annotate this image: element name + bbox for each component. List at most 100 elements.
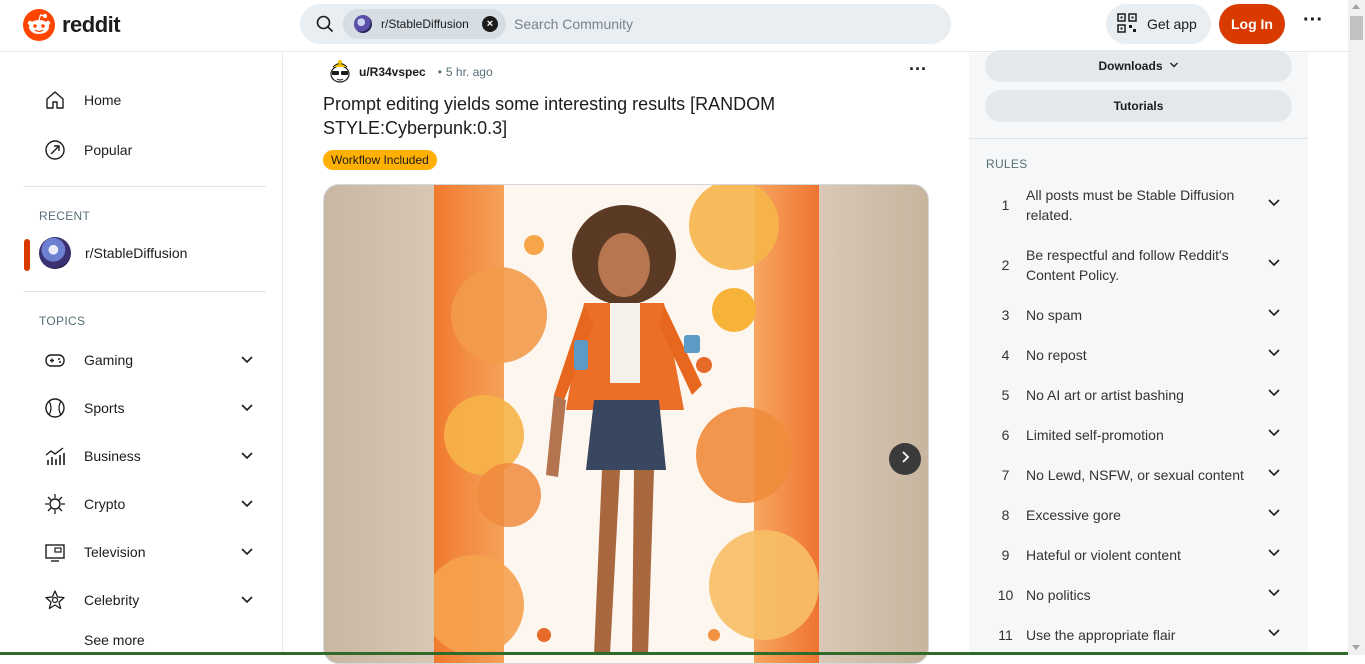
logo-text: reddit bbox=[62, 12, 121, 37]
get-app-button[interactable]: Get app bbox=[1106, 4, 1211, 44]
chevron-down-icon[interactable] bbox=[240, 449, 254, 466]
chevron-down-icon[interactable] bbox=[240, 401, 254, 418]
rule-text: No politics bbox=[1026, 587, 1091, 603]
tv-icon bbox=[44, 541, 66, 563]
more-options-icon[interactable]: ··· bbox=[1300, 10, 1326, 36]
rule-text: Be respectful and follow Reddit's Conten… bbox=[1026, 247, 1229, 283]
rule-number: 11 bbox=[998, 627, 1013, 643]
topics-section-label: TOPICS bbox=[39, 314, 86, 328]
chevron-down-icon bbox=[1267, 306, 1281, 325]
rule-item[interactable]: 9 Hateful or violent content bbox=[985, 545, 1292, 565]
recent-item-label: r/StableDiffusion bbox=[85, 245, 188, 261]
post-username[interactable]: u/R34vspec bbox=[359, 65, 426, 79]
rule-item[interactable]: 11 Use the appropriate flair bbox=[985, 625, 1292, 645]
post-title[interactable]: Prompt editing yields some interesting r… bbox=[323, 92, 843, 140]
rule-number: 2 bbox=[1001, 257, 1010, 273]
chevron-down-icon[interactable] bbox=[240, 497, 254, 514]
rule-text: No AI art or artist bashing bbox=[1026, 387, 1184, 403]
home-icon bbox=[44, 89, 66, 111]
scroll-up-arrow-icon[interactable] bbox=[1352, 4, 1360, 9]
get-app-label: Get app bbox=[1147, 16, 1197, 32]
sidebar-item-label: Home bbox=[84, 92, 122, 108]
community-avatar bbox=[39, 237, 71, 269]
sidebar-item-label: Celebrity bbox=[84, 592, 140, 608]
downloads-button[interactable]: Downloads bbox=[985, 50, 1292, 82]
post-timestamp: 5 hr. ago bbox=[445, 65, 493, 79]
post-flair[interactable]: Workflow Included bbox=[323, 150, 437, 170]
scroll-thumb[interactable] bbox=[1350, 16, 1363, 40]
post-media-carousel[interactable] bbox=[323, 184, 929, 664]
right-sidebar: Downloads Tutorials RULES 1 All posts mu… bbox=[969, 50, 1308, 655]
sidebar-item-television[interactable]: Television bbox=[24, 532, 266, 572]
chevron-down-icon bbox=[1267, 196, 1281, 215]
rule-item[interactable]: 7 No Lewd, NSFW, or sexual content bbox=[985, 465, 1292, 485]
login-button[interactable]: Log In bbox=[1219, 4, 1285, 44]
rule-item[interactable]: 8 Excessive gore bbox=[985, 505, 1292, 525]
tutorials-button[interactable]: Tutorials bbox=[985, 90, 1292, 122]
rule-item[interactable]: 10 No politics bbox=[985, 585, 1292, 605]
carousel-next-button[interactable] bbox=[889, 443, 921, 475]
chevron-down-icon[interactable] bbox=[240, 353, 254, 370]
scroll-down-arrow-icon[interactable] bbox=[1352, 645, 1360, 650]
rule-text: Limited self-promotion bbox=[1026, 427, 1164, 443]
rules-section-label: RULES bbox=[986, 157, 1028, 171]
chevron-down-icon bbox=[1267, 466, 1281, 485]
meta-separator: • bbox=[437, 65, 442, 79]
sidebar-item-label: Gaming bbox=[84, 352, 134, 368]
sidebar-item-label: Popular bbox=[84, 142, 133, 158]
rule-number: 9 bbox=[1001, 547, 1010, 563]
sidebar-item-celebrity[interactable]: Celebrity bbox=[24, 580, 266, 620]
search-bar[interactable]: r/StableDiffusion × Search Community bbox=[300, 4, 951, 44]
sidebar-item-gaming[interactable]: Gaming bbox=[24, 340, 266, 380]
rule-text: Excessive gore bbox=[1026, 507, 1121, 523]
close-icon[interactable]: × bbox=[482, 16, 498, 32]
chevron-down-icon[interactable] bbox=[240, 593, 254, 610]
rule-number: 5 bbox=[1001, 387, 1010, 403]
rule-item[interactable]: 4 No repost bbox=[985, 345, 1292, 365]
rule-item[interactable]: 1 All posts must be Stable Diffusion rel… bbox=[985, 185, 1292, 225]
post-more-options-icon[interactable]: ··· bbox=[909, 60, 927, 78]
sidebar-item-label: Crypto bbox=[84, 496, 126, 512]
gamepad-icon bbox=[44, 349, 66, 371]
reddit-logo[interactable]: reddit bbox=[23, 9, 121, 41]
star-icon bbox=[44, 589, 66, 611]
chevron-down-icon bbox=[1267, 256, 1281, 275]
chevron-right-icon bbox=[898, 450, 912, 469]
rule-text: All posts must be Stable Diffusion relat… bbox=[1026, 187, 1235, 223]
user-avatar[interactable] bbox=[327, 58, 353, 86]
rule-number: 7 bbox=[1001, 467, 1010, 483]
rule-item[interactable]: 5 No AI art or artist bashing bbox=[985, 385, 1292, 405]
community-search-chip[interactable]: r/StableDiffusion × bbox=[343, 9, 506, 39]
post-image[interactable] bbox=[434, 185, 819, 664]
crypto-icon bbox=[44, 493, 66, 515]
tutorials-label: Tutorials bbox=[1113, 99, 1164, 113]
rule-item[interactable]: 3 No spam bbox=[985, 305, 1292, 325]
chevron-down-icon[interactable] bbox=[240, 545, 254, 562]
chevron-down-icon bbox=[1267, 586, 1281, 605]
see-more-link[interactable]: See more bbox=[84, 632, 145, 648]
page-scrollbar[interactable] bbox=[1348, 0, 1365, 655]
chevron-down-icon bbox=[1267, 546, 1281, 565]
sidebar-item-home[interactable]: Home bbox=[24, 80, 266, 120]
rule-text: Hateful or violent content bbox=[1026, 547, 1181, 563]
search-input[interactable]: Search Community bbox=[514, 16, 633, 32]
sidebar-item-business[interactable]: Business bbox=[24, 436, 266, 476]
chevron-down-icon bbox=[1267, 506, 1281, 525]
recent-item-stablediffusion[interactable]: r/StableDiffusion bbox=[24, 235, 266, 271]
reddit-snoo-icon bbox=[23, 9, 55, 41]
sidebar-item-crypto[interactable]: Crypto bbox=[24, 484, 266, 524]
popular-icon bbox=[44, 139, 66, 161]
top-header: reddit r/StableDiffusion × Search Commun… bbox=[0, 0, 1348, 52]
chart-icon bbox=[44, 445, 66, 467]
search-icon bbox=[316, 15, 334, 38]
sidebar-item-popular[interactable]: Popular bbox=[24, 130, 266, 170]
ball-icon bbox=[44, 397, 66, 419]
rule-number: 8 bbox=[1001, 507, 1010, 523]
sidebar-item-sports[interactable]: Sports bbox=[24, 388, 266, 428]
rule-item[interactable]: 2 Be respectful and follow Reddit's Cont… bbox=[985, 245, 1292, 285]
sidebar-item-label: Business bbox=[84, 448, 141, 464]
rule-item[interactable]: 6 Limited self-promotion bbox=[985, 425, 1292, 445]
rule-number: 1 bbox=[1001, 197, 1010, 213]
community-avatar bbox=[354, 15, 372, 33]
chip-label: r/StableDiffusion bbox=[381, 17, 469, 31]
